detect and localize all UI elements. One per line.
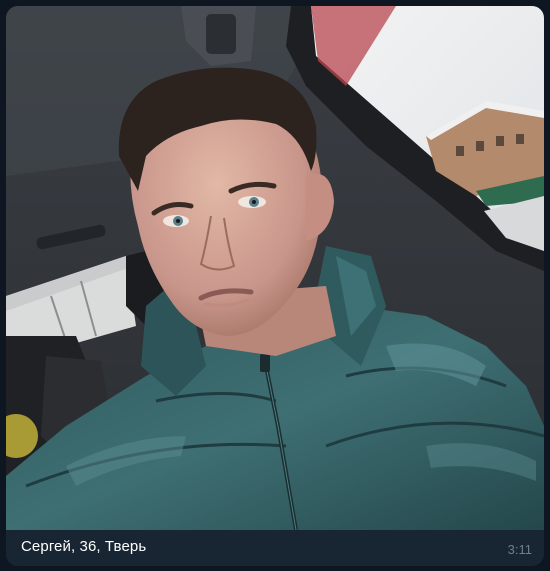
message-caption: Сергей, 36, Тверь [21, 538, 147, 555]
message-time: 3:11 [507, 542, 532, 557]
caption-bar: Сергей, 36, Тверь 3:11 [6, 530, 544, 566]
photo-message-bubble[interactable]: Сергей, 36, Тверь 3:11 [6, 6, 544, 566]
chat-view: Сергей, 36, Тверь 3:11 [0, 0, 550, 571]
message-photo[interactable] [6, 6, 544, 530]
